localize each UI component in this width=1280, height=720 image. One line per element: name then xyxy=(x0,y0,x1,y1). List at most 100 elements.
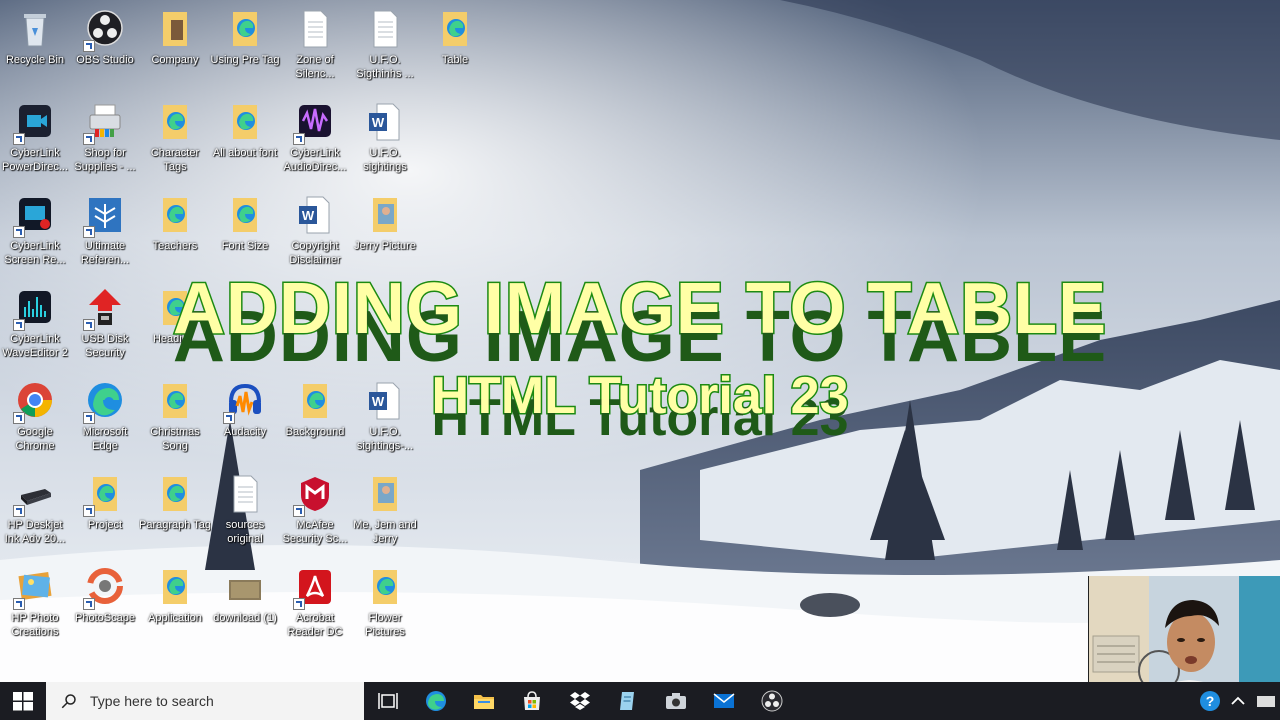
desktop-icon-label: U.F.O. sightings xyxy=(363,147,407,173)
mail-icon xyxy=(713,693,735,708)
text-document-icon xyxy=(225,473,265,515)
word-document-icon: W xyxy=(365,101,405,143)
taskbar-dropbox-button[interactable] xyxy=(556,682,604,720)
desktop-icon-table[interactable]: Table xyxy=(420,0,490,88)
audiodirector-icon xyxy=(293,101,335,145)
desktop-icon-download-1[interactable]: download (1) xyxy=(210,558,280,646)
shortcut-arrow-icon xyxy=(83,40,95,52)
desktop-icon-project[interactable]: Project xyxy=(70,465,140,553)
recycle-bin-icon xyxy=(15,8,55,50)
desktop-icon-shop-supplies[interactable]: Shop for Supplies - ... xyxy=(70,93,140,181)
desktop-icon-copyright-disclaimer[interactable]: W Copyright Disclaimer xyxy=(280,186,350,274)
store-icon xyxy=(524,691,540,710)
tray-app-button[interactable] xyxy=(1252,682,1280,720)
shortcut-arrow-icon xyxy=(83,505,95,517)
text-document-icon xyxy=(365,8,405,50)
desktop-icon-me-jem-jerry[interactable]: Me, Jem and Jerry xyxy=(350,465,420,553)
powerdirector-icon xyxy=(13,101,55,145)
edge-file-icon xyxy=(365,566,405,608)
taskbar-mail-button[interactable] xyxy=(700,682,748,720)
search-input[interactable] xyxy=(88,692,352,710)
desktop-icon-powerdirector[interactable]: CyberLink PowerDirec... xyxy=(0,93,70,181)
desktop-icon-label: Font Size xyxy=(221,240,269,252)
taskbar-edge-button[interactable] xyxy=(412,682,460,720)
desktop-icon-photoscape[interactable]: PhotoScape xyxy=(70,558,140,646)
system-tray: ? xyxy=(1196,682,1280,720)
desktop-icon-label: Paragraph Tag xyxy=(139,519,211,531)
edge-file-icon xyxy=(225,101,265,143)
picture-folder-icon xyxy=(365,473,405,515)
obs-studio-icon xyxy=(83,8,125,52)
desktop-icon-label: Using Pre Tag xyxy=(210,54,280,66)
hp-photo-icon xyxy=(13,566,55,610)
taskbar-file-explorer-button[interactable] xyxy=(460,682,508,720)
desktop-icon-company[interactable]: Company xyxy=(140,0,210,88)
desktop-icon-flower-pictures[interactable]: Flower Pictures xyxy=(350,558,420,646)
desktop-icon-label: CyberLink Screen Re... xyxy=(4,240,66,266)
taskbar-camera-button[interactable] xyxy=(652,682,700,720)
desktop-icon-teachers[interactable]: Teachers xyxy=(140,186,210,274)
shortcut-arrow-icon xyxy=(13,505,25,517)
desktop-icon-obs-studio[interactable]: OBS Studio xyxy=(70,0,140,88)
edge-file-icon xyxy=(155,566,195,608)
desktop-icon-application[interactable]: Application xyxy=(140,558,210,646)
video-subtitle-overlay: HTML Tutorial 23 xyxy=(430,366,850,427)
task-view-button[interactable] xyxy=(364,682,412,720)
desktop-icon-mcafee[interactable]: McAfee Security Sc... xyxy=(280,465,350,553)
edge-file-icon xyxy=(225,194,265,236)
desktop-icon-hp-photo[interactable]: HP Photo Creations xyxy=(0,558,70,646)
desktop-icon-paragraph-tag[interactable]: Paragraph Tag xyxy=(139,465,211,553)
taskbar-obs-button[interactable] xyxy=(748,682,796,720)
help-button[interactable]: ? xyxy=(1196,682,1224,720)
shortcut-arrow-icon xyxy=(83,226,95,238)
edge-file-icon xyxy=(155,473,195,515)
desktop-icon-label: Christmas Song xyxy=(150,426,200,452)
obs-studio-icon xyxy=(761,690,783,712)
desktop-icon-sources-original[interactable]: sources original xyxy=(210,465,280,553)
taskbar-store-button[interactable] xyxy=(508,682,556,720)
notes-icon xyxy=(620,692,634,710)
edge-file-icon xyxy=(435,8,475,50)
taskbar: ? xyxy=(0,682,1280,720)
desktop-icon-audiodirector[interactable]: CyberLink AudioDirec... xyxy=(280,93,350,181)
word-document-icon: W xyxy=(295,194,335,236)
shortcut-arrow-icon xyxy=(13,133,25,145)
desktop-icon-character-tags[interactable]: Character Tags xyxy=(140,93,210,181)
desktop-icon-label: HP Photo Creations xyxy=(11,612,59,638)
desktop-icon-screen-recorder[interactable]: CyberLink Screen Re... xyxy=(0,186,70,274)
desktop-icon-label: McAfee Security Sc... xyxy=(282,519,348,545)
desktop-icon-acrobat[interactable]: Acrobat Reader DC xyxy=(280,558,350,646)
windows-logo-icon xyxy=(13,692,33,711)
desktop-icon-font-size[interactable]: Font Size xyxy=(210,186,280,274)
desktop-icon-recycle-bin[interactable]: Recycle Bin xyxy=(0,0,70,88)
desktop-icon-all-about-font[interactable]: All about font xyxy=(210,93,280,181)
desktop-icon-ultimate-reference[interactable]: Ultimate Referen... xyxy=(70,186,140,274)
edge-icon xyxy=(426,691,446,711)
desktop-icon-label: sources original xyxy=(225,519,265,545)
image-thumb-icon xyxy=(225,566,265,608)
printer-icon xyxy=(83,101,125,145)
desktop-icon-label: Audacity xyxy=(223,426,267,438)
desktop-icon-using-pre-tag[interactable]: Using Pre Tag xyxy=(210,0,280,88)
desktop-icon-ufo-sigthinhs[interactable]: U.F.O. Sigthinhs ... xyxy=(350,0,420,88)
chevron-up-icon xyxy=(1231,696,1245,705)
taskbar-search-box[interactable] xyxy=(46,682,364,720)
desktop-icon-jerry-picture[interactable]: Jerry Picture xyxy=(350,186,420,274)
mcafee-icon xyxy=(293,473,335,517)
shortcut-arrow-icon xyxy=(83,598,95,610)
desktop-icon-hp-deskjet[interactable]: HP Deskjet Ink Adv 20... xyxy=(0,465,70,553)
dropbox-icon xyxy=(570,692,590,710)
desktop-icon-ufo-sightings[interactable]: W U.F.O. sightings xyxy=(350,93,420,181)
desktop-icon-zone-of-silence[interactable]: Zone of Silenc... xyxy=(280,0,350,88)
desktop-icon-label: Ultimate Referen... xyxy=(80,240,130,266)
desktop-icon-label: Jerry Picture xyxy=(354,240,416,252)
edge-file-icon xyxy=(155,101,195,143)
start-button[interactable] xyxy=(0,682,46,720)
shortcut-arrow-icon xyxy=(293,505,305,517)
task-view-icon xyxy=(378,693,398,709)
text-document-icon xyxy=(295,8,335,50)
taskbar-notes-button[interactable] xyxy=(604,682,652,720)
desktop-icon-label: Application xyxy=(148,612,202,624)
show-hidden-icons-button[interactable] xyxy=(1224,682,1252,720)
desktop-icon-label: CyberLink PowerDirec... xyxy=(1,147,69,173)
